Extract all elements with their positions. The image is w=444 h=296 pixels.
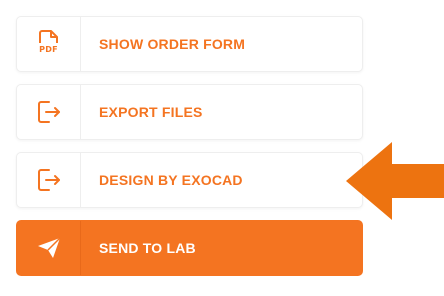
show-order-form-label: SHOW ORDER FORM (99, 36, 246, 52)
send-to-lab-label: SEND TO LAB (99, 240, 196, 256)
export-icon (37, 169, 60, 191)
icon-cell: PDF (17, 17, 81, 71)
show-order-form-button[interactable]: PDF SHOW ORDER FORM (16, 16, 363, 72)
export-icon (37, 101, 60, 123)
export-files-button[interactable]: EXPORT FILES (16, 84, 363, 140)
icon-cell (17, 221, 81, 275)
icon-cell (17, 85, 81, 139)
pdf-icon-label: PDF (39, 45, 58, 54)
send-to-lab-button[interactable]: SEND TO LAB (16, 220, 363, 276)
icon-cell (17, 153, 81, 207)
pdf-file-icon: PDF (36, 29, 62, 59)
pointer-arrow-icon (346, 142, 444, 220)
paper-plane-icon (37, 237, 61, 258)
action-list: PDF SHOW ORDER FORM EXPORT FILES DESIGN … (16, 16, 363, 288)
export-files-label: EXPORT FILES (99, 104, 203, 120)
design-by-exocad-label: DESIGN BY EXOCAD (99, 172, 243, 188)
design-by-exocad-button[interactable]: DESIGN BY EXOCAD (16, 152, 363, 208)
